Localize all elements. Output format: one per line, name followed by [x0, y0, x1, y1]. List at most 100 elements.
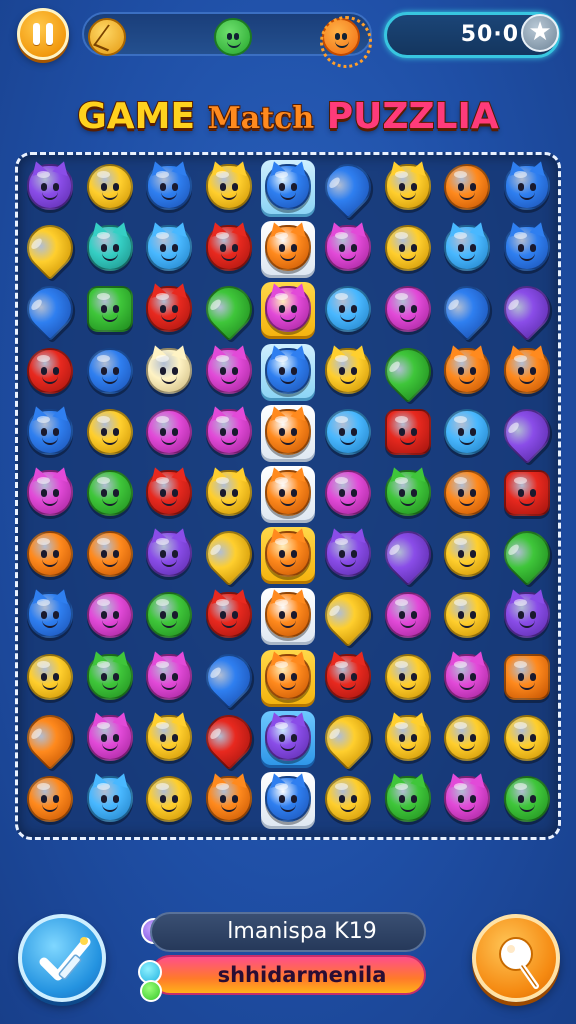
- tile-r10-c6[interactable]: [315, 705, 381, 771]
- tile-r9-c2[interactable]: [83, 648, 137, 704]
- tile-r2-c7[interactable]: [381, 221, 435, 275]
- star-icon[interactable]: ★: [521, 14, 559, 52]
- tile-r1-c8[interactable]: [440, 160, 494, 214]
- tile-r3-c3[interactable]: [142, 280, 196, 336]
- tile-r1-c2[interactable]: [83, 160, 137, 214]
- tile-r9-c4[interactable]: [196, 644, 262, 710]
- tile-r6-c8[interactable]: [440, 466, 494, 520]
- tile-r1-c9[interactable]: [500, 158, 554, 214]
- tile-r3-c6[interactable]: [321, 282, 375, 336]
- tile-r4-c2[interactable]: [83, 344, 137, 398]
- tile-r4-c1[interactable]: [23, 344, 77, 398]
- tile-r5-c4[interactable]: [202, 403, 256, 459]
- tile-r5-c8[interactable]: [440, 405, 494, 459]
- tile-r1-c7[interactable]: [381, 158, 435, 214]
- tile-r8-c3[interactable]: [142, 588, 196, 642]
- check-button[interactable]: [18, 914, 106, 1002]
- tile-r7-c2[interactable]: [83, 527, 137, 581]
- tile-r3-c2[interactable]: [83, 282, 137, 336]
- tile-r10-c2[interactable]: [83, 709, 137, 765]
- tile-r5-c7[interactable]: [381, 405, 435, 459]
- pin-button[interactable]: [472, 914, 560, 1002]
- tile-r3-c1[interactable]: [17, 276, 83, 342]
- tile-r9-c5[interactable]: [261, 648, 315, 704]
- tile-r7-c3[interactable]: [142, 525, 196, 581]
- tile-r6-c7[interactable]: [381, 464, 435, 520]
- tile-r10-c1[interactable]: [17, 705, 83, 771]
- tile-r4-c3[interactable]: [142, 342, 196, 398]
- tile-r1-c6[interactable]: [315, 154, 381, 220]
- tile-r9-c6[interactable]: [321, 648, 375, 704]
- tile-r3-c8[interactable]: [434, 276, 500, 342]
- info-bar-2[interactable]: shhidarmenila: [150, 955, 426, 995]
- tile-r5-c1[interactable]: [23, 403, 77, 459]
- tile-r11-c5[interactable]: [261, 770, 315, 826]
- tile-r10-c8[interactable]: [440, 711, 494, 765]
- tile-r11-c9[interactable]: [500, 772, 554, 826]
- pause-button[interactable]: [17, 8, 69, 60]
- tile-r9-c1[interactable]: [23, 650, 77, 704]
- tile-r3-c5[interactable]: [261, 280, 315, 336]
- tile-r6-c5[interactable]: [261, 464, 315, 520]
- tile-r4-c7[interactable]: [375, 338, 441, 404]
- tile-r6-c6[interactable]: [321, 466, 375, 520]
- tile-r7-c6[interactable]: [321, 525, 375, 581]
- tile-r8-c5[interactable]: [261, 586, 315, 642]
- tile-r8-c6[interactable]: [315, 582, 381, 648]
- tile-r6-c2[interactable]: [83, 466, 137, 520]
- tile-r7-c9[interactable]: [494, 521, 560, 587]
- tile-r1-c3[interactable]: [142, 158, 196, 214]
- tile-r10-c4[interactable]: [196, 705, 262, 771]
- tile-r4-c5[interactable]: [261, 342, 315, 398]
- tile-r2-c3[interactable]: [142, 219, 196, 275]
- tile-r8-c7[interactable]: [381, 588, 435, 642]
- tile-r9-c3[interactable]: [142, 648, 196, 704]
- tile-r2-c5[interactable]: [261, 219, 315, 275]
- tile-r6-c4[interactable]: [202, 464, 256, 520]
- tile-r3-c7[interactable]: [381, 282, 435, 336]
- tile-r11-c4[interactable]: [202, 770, 256, 826]
- tile-r10-c7[interactable]: [381, 709, 435, 765]
- tile-r2-c8[interactable]: [440, 219, 494, 275]
- tile-r4-c6[interactable]: [321, 342, 375, 398]
- tile-r5-c5[interactable]: [261, 403, 315, 459]
- tile-r8-c9[interactable]: [500, 586, 554, 642]
- tile-r3-c9[interactable]: [494, 276, 560, 342]
- tile-r2-c6[interactable]: [321, 219, 375, 275]
- tile-r5-c2[interactable]: [83, 405, 137, 459]
- tile-r2-c1[interactable]: [17, 215, 83, 281]
- tile-r9-c9[interactable]: [500, 650, 554, 704]
- tile-r11-c3[interactable]: [142, 772, 196, 826]
- tile-r4-c4[interactable]: [202, 342, 256, 398]
- tile-r2-c4[interactable]: [202, 219, 256, 275]
- tile-r5-c6[interactable]: [321, 405, 375, 459]
- tile-r1-c4[interactable]: [202, 158, 256, 214]
- tile-r10-c5[interactable]: [261, 709, 315, 765]
- tile-r4-c8[interactable]: [440, 342, 494, 398]
- tile-r9-c8[interactable]: [440, 648, 494, 704]
- tile-r1-c5[interactable]: [261, 158, 315, 214]
- tile-r11-c6[interactable]: [321, 772, 375, 826]
- tile-r4-c9[interactable]: [500, 342, 554, 398]
- tile-r10-c9[interactable]: [500, 711, 554, 765]
- tile-r6-c3[interactable]: [142, 464, 196, 520]
- tile-r7-c5[interactable]: [261, 525, 315, 581]
- tile-r11-c2[interactable]: [83, 770, 137, 826]
- tile-r11-c7[interactable]: [381, 770, 435, 826]
- tile-r8-c2[interactable]: [83, 588, 137, 642]
- tile-r2-c2[interactable]: [83, 219, 137, 275]
- tile-r5-c9[interactable]: [494, 399, 560, 465]
- tile-r8-c4[interactable]: [202, 586, 256, 642]
- tile-r3-c4[interactable]: [196, 276, 262, 342]
- tile-r11-c1[interactable]: [23, 772, 77, 826]
- tile-r8-c8[interactable]: [440, 588, 494, 642]
- tile-r5-c3[interactable]: [142, 405, 196, 459]
- tile-r1-c1[interactable]: [23, 158, 77, 214]
- tile-r8-c1[interactable]: [23, 586, 77, 642]
- tile-r10-c3[interactable]: [142, 709, 196, 765]
- tile-r9-c7[interactable]: [381, 650, 435, 704]
- tile-r7-c4[interactable]: [196, 521, 262, 587]
- tile-r11-c8[interactable]: [440, 770, 494, 826]
- tile-r2-c9[interactable]: [500, 219, 554, 275]
- tile-r7-c8[interactable]: [440, 527, 494, 581]
